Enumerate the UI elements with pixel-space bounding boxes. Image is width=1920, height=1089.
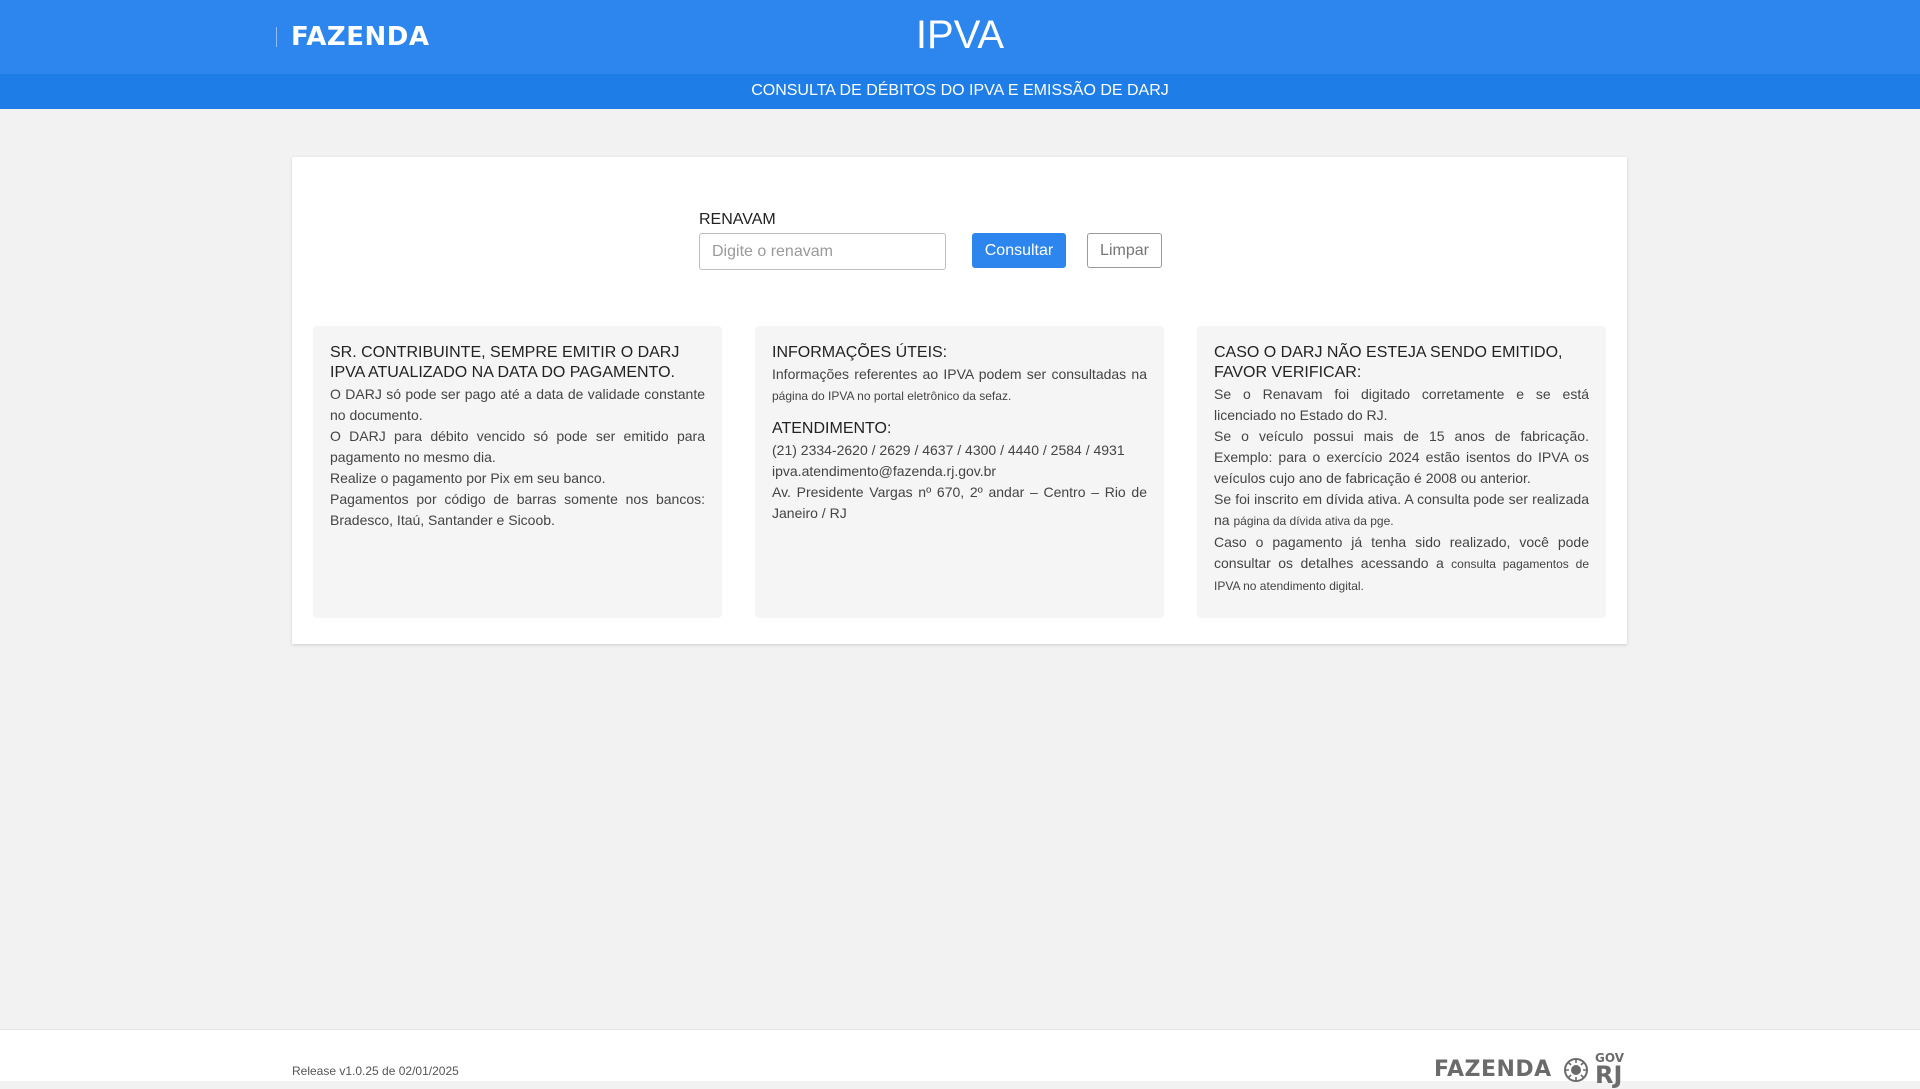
box-title: SR. CONTRIBUINTE, SEMPRE EMITIR O DARJ I… <box>330 344 680 381</box>
main-card: RENAVAM Consultar Limpar SR. CONTRIBUINT… <box>292 157 1627 644</box>
box-paragraph: Informações referentes ao IPVA podem ser… <box>772 366 1147 403</box>
divida-ativa-link[interactable]: página da dívida ativa da pge <box>1233 514 1390 528</box>
box-paragraph: O DARJ para débito vencido só pode ser e… <box>330 428 705 465</box>
rj-text: RJ <box>1595 1061 1623 1089</box>
box-paragraph: Caso o pagamento já tenha sido realizado… <box>1214 534 1590 593</box>
box-paragraph: Pagamentos por código de barras somente … <box>330 491 705 528</box>
rj-seal-icon <box>1564 1058 1588 1082</box>
box-title: CASO O DARJ NÃO ESTEJA SENDO EMITIDO, FA… <box>1214 344 1563 381</box>
footer: Release v1.0.25 de 02/01/2025 FAZENDA GO… <box>0 1029 1920 1087</box>
box-paragraph: Se o Renavam foi digitado corretamente e… <box>1214 386 1589 423</box>
limpar-button[interactable]: Limpar <box>1087 233 1162 268</box>
info-box-informacoes: INFORMAÇÕES ÚTEIS: Informações referente… <box>755 326 1164 618</box>
footer-fazenda-logo[interactable]: FAZENDA <box>1434 1057 1552 1082</box>
renavam-label: RENAVAM <box>699 211 776 228</box>
box-text: Informações referentes ao IPVA podem ser… <box>772 366 1147 382</box>
consultar-button[interactable]: Consultar <box>972 233 1066 268</box>
box-title-atendimento: ATENDIMENTO: <box>772 420 892 437</box>
gov-rj-logo: GOV RJ <box>1595 1052 1624 1087</box>
release-version: Release v1.0.25 de 02/01/2025 <box>292 1064 459 1078</box>
info-box-contribuinte: SR. CONTRIBUINTE, SEMPRE EMITIR O DARJ I… <box>313 326 722 618</box>
box-paragraph: Realize o pagamento por Pix em seu banco… <box>330 470 606 486</box>
info-box-verificar: CASO O DARJ NÃO ESTEJA SENDO EMITIDO, FA… <box>1197 326 1606 618</box>
ipva-sefaz-link[interactable]: página do IPVA no portal eletrônico da s… <box>772 389 1008 403</box>
email-address: ipva.atendimento@fazenda.rj.gov.br <box>772 463 997 479</box>
page-subtitle: CONSULTA DE DÉBITOS DO IPVA E EMISSÃO DE… <box>0 74 1920 109</box>
box-paragraph: Se o veículo possui mais de 15 anos de f… <box>1214 428 1589 486</box>
street-address: Av. Presidente Vargas nº 670, 2º andar –… <box>772 484 1147 521</box>
phone-numbers: (21) 2334-2620 / 2629 / 4637 / 4300 / 44… <box>772 442 1125 458</box>
renavam-input[interactable] <box>699 233 946 270</box>
box-paragraph: Se foi inscrito em dívida ativa. A consu… <box>1214 491 1589 528</box>
header: FAZENDA IPVA <box>0 0 1920 74</box>
box-paragraph: O DARJ só pode ser pago até a data de va… <box>330 386 705 423</box>
box-title: INFORMAÇÕES ÚTEIS: <box>772 344 948 361</box>
page-title: IPVA <box>915 13 1005 57</box>
